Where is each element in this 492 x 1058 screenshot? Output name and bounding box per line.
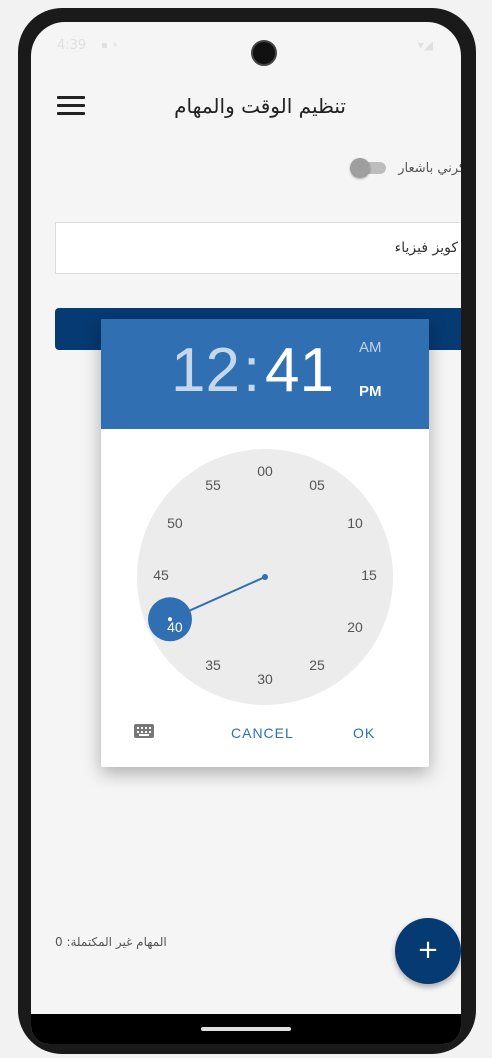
time-separator: : (243, 336, 261, 405)
notification-icons: ▪ ⚬ (101, 40, 120, 51)
dial-number-30[interactable]: 30 (250, 671, 280, 691)
add-task-button[interactable]: + (395, 918, 461, 984)
reminder-label: ذكرني باشعار (398, 160, 461, 176)
pm-toggle[interactable]: PM (359, 383, 382, 400)
clock-dial[interactable]: 00 05 10 15 20 25 30 35 40 45 50 55 (137, 449, 393, 705)
reminder-row: ذكرني باشعار (251, 154, 461, 182)
dial-number-50[interactable]: 50 (160, 515, 190, 535)
time-picker-dialog: 12 : 41 AM PM 00 05 10 15 20 25 30 35 40 45 50 55 C… (101, 319, 429, 767)
am-toggle[interactable]: AM (359, 339, 382, 356)
dial-number-40[interactable]: 40 (160, 619, 190, 639)
dial-number-45[interactable]: 45 (146, 567, 176, 587)
dial-number-10[interactable]: 10 (340, 515, 370, 535)
cancel-button[interactable]: CANCEL (231, 725, 294, 741)
dial-number-55[interactable]: 55 (198, 477, 228, 497)
dial-number-35[interactable]: 35 (198, 657, 228, 677)
dial-number-20[interactable]: 20 (340, 619, 370, 639)
clock-hand-line (169, 576, 266, 621)
camera-cutout (251, 40, 277, 66)
navigation-bar (31, 1014, 461, 1044)
signal-icons: ▾◢ (417, 38, 433, 52)
minute-display[interactable]: 41 (265, 335, 334, 406)
status-bar: 4:39 ▪ ⚬ ▾◢ (31, 22, 461, 74)
status-time: 4:39 (57, 38, 87, 53)
clock-center-dot (262, 574, 268, 580)
reminder-toggle[interactable] (350, 158, 388, 178)
time-picker-header: 12 : 41 AM PM (101, 319, 429, 429)
task-name-input[interactable] (55, 222, 461, 274)
incomplete-tasks-count: المهام غير المكتملة: 0 (55, 935, 167, 949)
dial-number-00[interactable]: 00 (250, 463, 280, 483)
toggle-thumb (350, 158, 371, 178)
hour-display[interactable]: 12 (171, 335, 240, 406)
app-screen: 4:39 ▪ ⚬ ▾◢ تنظيم الوقت والمهام ذكرني با… (31, 22, 461, 1044)
keyboard-icon[interactable] (133, 723, 155, 739)
ok-button[interactable]: OK (353, 725, 375, 741)
dial-number-05[interactable]: 05 (302, 477, 332, 497)
hamburger-menu-icon[interactable] (57, 96, 85, 118)
dial-number-15[interactable]: 15 (354, 567, 384, 587)
page-title: تنظيم الوقت والمهام (174, 94, 346, 118)
dial-number-25[interactable]: 25 (302, 657, 332, 677)
home-gesture-pill[interactable] (201, 1027, 291, 1031)
